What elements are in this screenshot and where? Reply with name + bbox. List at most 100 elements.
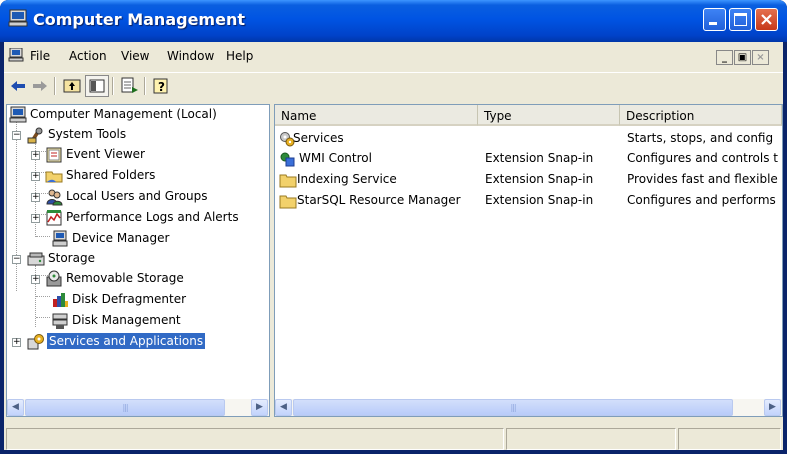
show-hide-tree-button[interactable] (85, 75, 109, 97)
tree-label: Storage (48, 251, 95, 265)
users-icon (46, 189, 63, 206)
list-item-name: WMI Control (299, 151, 372, 165)
tree-horizontal-scrollbar[interactable]: ◀ ||| ▶ (7, 399, 269, 416)
list-item-type: Extension Snap-in (485, 172, 594, 186)
tree-item-performance-logs[interactable]: + Performance Logs and Alerts (7, 208, 269, 228)
list-item-description: Provides fast and flexible (627, 172, 778, 186)
child-minimize-icon[interactable]: _ (716, 50, 733, 65)
tree-item-storage[interactable]: − Storage (7, 249, 269, 269)
tree-label: Performance Logs and Alerts (66, 210, 239, 224)
menu-file[interactable]: File (30, 49, 50, 63)
tree-item-removable-storage[interactable]: + Removable Storage (7, 269, 269, 289)
tree-label: Local Users and Groups (66, 189, 208, 203)
export-list-icon[interactable] (118, 75, 142, 97)
tree-label-selected: Services and Applications (47, 333, 206, 349)
scroll-thumb[interactable]: ||| (293, 399, 733, 416)
tree-item-services-and-applications[interactable]: + Services and Applications (7, 332, 269, 352)
tree-item-shared-folders[interactable]: + Shared Folders (7, 166, 269, 186)
toolbar-separator (54, 77, 56, 95)
collapse-icon[interactable]: − (12, 255, 21, 264)
console-tree-pane[interactable]: Computer Management (Local) − System Too… (6, 104, 270, 417)
menu-window[interactable]: Window (167, 49, 214, 63)
tree-label: Disk Defragmenter (72, 292, 187, 306)
close-button[interactable] (755, 8, 778, 31)
up-one-level-icon[interactable] (60, 75, 84, 97)
tree-item-disk-defragmenter[interactable]: Disk Defragmenter (7, 290, 269, 310)
minimize-button[interactable] (703, 8, 726, 31)
list-item[interactable]: Indexing Service Extension Snap-in Provi… (275, 170, 782, 190)
device-manager-icon (52, 230, 68, 247)
list-item-type: Extension Snap-in (485, 151, 594, 165)
child-restore-icon[interactable]: ▣ (734, 50, 751, 65)
storage-icon (27, 252, 45, 266)
column-header-name[interactable]: Name (275, 105, 478, 126)
child-close-icon[interactable]: × (752, 50, 769, 65)
mmc-system-menu-icon[interactable] (8, 48, 24, 62)
folder-icon (279, 174, 297, 188)
expand-icon[interactable]: + (12, 338, 21, 347)
maximize-button[interactable] (729, 8, 752, 31)
client-area: File Action View Window Help _ ▣ × ? Com… (4, 42, 783, 454)
tree-label: Device Manager (72, 231, 170, 245)
tree-item-local-users[interactable]: + Local Users and Groups (7, 187, 269, 207)
window-title: Computer Management (33, 10, 245, 29)
menu-help[interactable]: Help (226, 49, 253, 63)
maximize-icon (734, 13, 747, 26)
column-header-description[interactable]: Description (620, 105, 782, 126)
list-item[interactable]: WMI Control Extension Snap-in Configures… (275, 149, 782, 169)
scroll-thumb[interactable]: ||| (25, 399, 225, 416)
column-header-type[interactable]: Type (478, 105, 620, 126)
computer-management-window: Computer Management File Action View Win… (0, 0, 787, 454)
tree-label: Removable Storage (66, 271, 184, 285)
expand-icon[interactable]: + (31, 275, 40, 284)
scroll-left-icon[interactable]: ◀ (275, 399, 292, 416)
minimize-icon (709, 22, 717, 25)
expand-icon[interactable]: + (31, 151, 40, 160)
disk-defragmenter-icon (53, 293, 68, 307)
tree-item-device-manager[interactable]: Device Manager (7, 229, 269, 249)
menu-action[interactable]: Action (69, 49, 107, 63)
wmi-control-icon (280, 152, 295, 167)
collapse-icon[interactable]: − (12, 131, 21, 140)
tree-item-event-viewer[interactable]: + Event Viewer (7, 145, 269, 165)
close-icon (761, 14, 772, 25)
toolbar-separator (112, 77, 114, 95)
svg-text:?: ? (158, 80, 165, 94)
list-horizontal-scrollbar[interactable]: ◀ ||| ▶ (275, 399, 782, 416)
column-header-label: Name (281, 109, 317, 123)
tree-item-system-tools[interactable]: − System Tools (7, 125, 269, 145)
expand-icon[interactable]: + (31, 172, 40, 181)
folder-icon (279, 195, 297, 209)
back-icon[interactable] (6, 75, 30, 97)
scroll-right-icon[interactable]: ▶ (764, 399, 781, 416)
tree-label: System Tools (48, 127, 127, 141)
forward-icon[interactable] (28, 75, 52, 97)
details-list-pane[interactable]: Name Type Description Services Starts, s… (274, 104, 783, 417)
title-bar[interactable]: Computer Management (0, 0, 787, 42)
shared-folder-icon (45, 171, 63, 183)
system-tools-icon (27, 127, 43, 144)
column-header-label: Type (484, 109, 512, 123)
list-item[interactable]: StarSQL Resource Manager Extension Snap-… (275, 191, 782, 211)
list-item-name: Indexing Service (297, 172, 397, 186)
expand-icon[interactable]: + (31, 193, 40, 202)
status-panel (6, 428, 504, 450)
list-item-name: Services (293, 131, 344, 145)
help-icon[interactable]: ? (150, 75, 174, 97)
scroll-right-icon[interactable]: ▶ (251, 399, 268, 416)
scroll-left-icon[interactable]: ◀ (7, 399, 24, 416)
performance-logs-icon (46, 210, 62, 226)
disk-management-icon (52, 313, 68, 329)
list-item-description: Configures and controls t (627, 151, 778, 165)
expand-icon[interactable]: + (31, 214, 40, 223)
menu-view[interactable]: View (121, 49, 149, 63)
computer-management-icon (8, 9, 28, 27)
list-item-type: Extension Snap-in (485, 193, 594, 207)
window-frame-bottom (0, 450, 787, 454)
status-panel (506, 428, 676, 450)
list-item[interactable]: Services Starts, stops, and config (275, 129, 782, 149)
tree-label: Disk Management (72, 313, 181, 327)
computer-management-icon (9, 106, 27, 123)
tree-item-root[interactable]: Computer Management (Local) (7, 105, 269, 125)
tree-item-disk-management[interactable]: Disk Management (7, 311, 269, 331)
